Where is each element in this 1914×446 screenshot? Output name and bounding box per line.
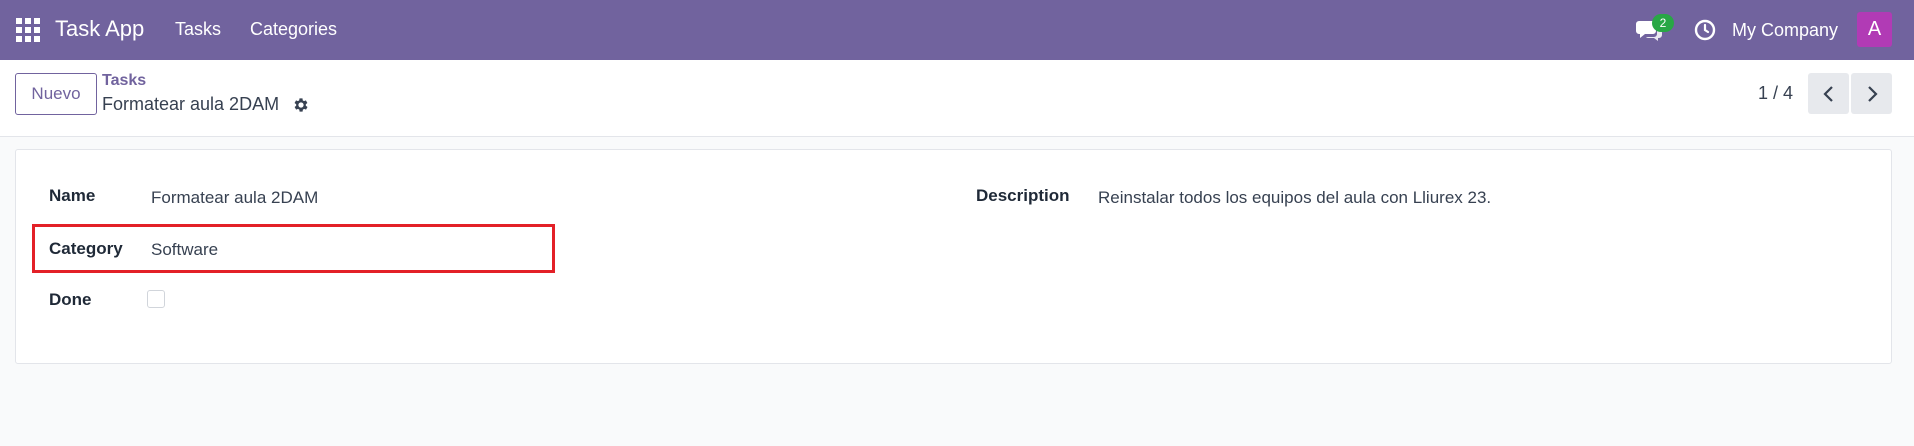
control-panel: Nuevo Tasks Formatear aula 2DAM 1 / 4: [0, 60, 1914, 137]
new-button[interactable]: Nuevo: [15, 73, 97, 115]
nav-link-tasks[interactable]: Tasks: [175, 19, 221, 40]
chevron-right-icon: [1867, 85, 1878, 102]
form-sheet: Name Formatear aula 2DAM Category Softwa…: [15, 149, 1892, 364]
clock-icon[interactable]: [1694, 19, 1716, 41]
name-field[interactable]: Formatear aula 2DAM: [151, 188, 318, 208]
category-label: Category: [49, 239, 123, 258]
breadcrumb-current: Formatear aula 2DAM: [102, 94, 280, 114]
company-switcher[interactable]: My Company: [1732, 20, 1838, 41]
pager-next-button[interactable]: [1851, 73, 1892, 114]
name-label: Name: [49, 186, 96, 205]
nav-link-categories[interactable]: Categories: [250, 19, 337, 40]
breadcrumb-parent-link[interactable]: Tasks: [102, 72, 146, 90]
pager-value[interactable]: 1 / 4: [1758, 83, 1793, 104]
chat-badge: 2: [1652, 14, 1674, 32]
pager-previous-button[interactable]: [1808, 73, 1849, 114]
description-field[interactable]: Reinstalar todos los equipos del aula co…: [1098, 188, 1491, 208]
done-checkbox[interactable]: [147, 290, 165, 308]
chevron-left-icon: [1822, 85, 1833, 102]
description-label: Description: [976, 186, 1070, 205]
top-navbar: Task App Tasks Categories 2 My Company A: [0, 0, 1914, 60]
app-brand[interactable]: Task App: [55, 16, 144, 42]
category-field[interactable]: Software: [151, 240, 218, 260]
gear-icon[interactable]: [292, 96, 310, 114]
apps-grid-icon[interactable]: [16, 18, 40, 42]
done-label: Done: [49, 290, 92, 309]
user-avatar[interactable]: A: [1857, 12, 1892, 47]
